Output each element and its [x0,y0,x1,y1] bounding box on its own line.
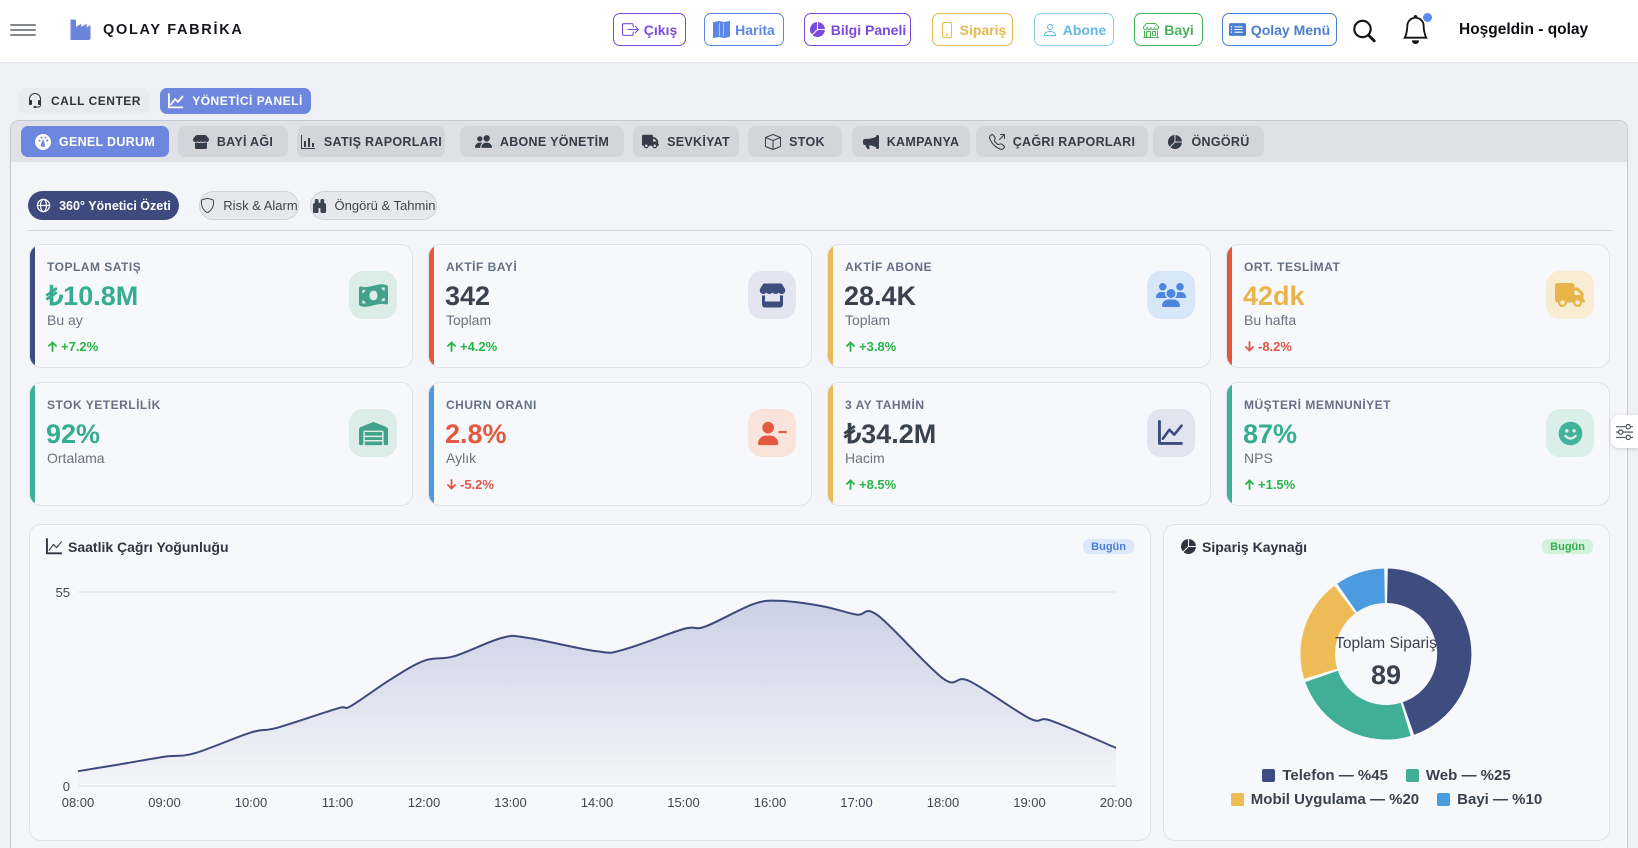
svg-text:19:00: 19:00 [1013,795,1046,810]
svg-text:16:00: 16:00 [754,795,787,810]
svg-text:55: 55 [56,585,70,600]
svg-text:13:00: 13:00 [494,795,527,810]
svg-text:09:00: 09:00 [148,795,181,810]
svg-text:Toplam Sipariş: Toplam Sipariş [1335,635,1437,652]
svg-text:08:00: 08:00 [62,795,95,810]
svg-text:20:00: 20:00 [1100,795,1133,810]
svg-text:14:00: 14:00 [581,795,614,810]
svg-text:18:00: 18:00 [927,795,960,810]
svg-text:12:00: 12:00 [408,795,441,810]
svg-text:17:00: 17:00 [840,795,873,810]
svg-text:15:00: 15:00 [667,795,700,810]
svg-text:11:00: 11:00 [322,795,354,810]
svg-text:0: 0 [63,779,70,794]
svg-text:89: 89 [1371,660,1401,690]
svg-text:10:00: 10:00 [235,795,268,810]
